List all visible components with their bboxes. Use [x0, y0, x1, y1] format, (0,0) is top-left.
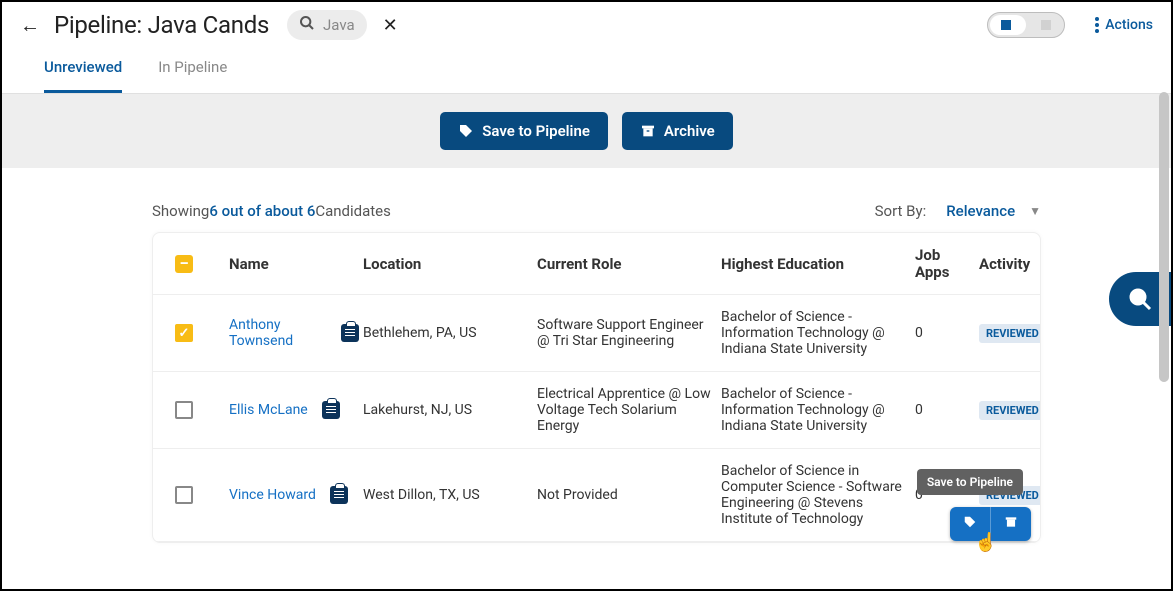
- result-count: 6 out of about 6: [209, 202, 315, 220]
- row-save-pipeline-button[interactable]: [950, 507, 991, 541]
- col-name[interactable]: Name: [229, 255, 359, 273]
- tooltip: Save to Pipeline: [917, 469, 1023, 495]
- result-suffix: Candidates: [315, 202, 391, 220]
- clipboard-icon[interactable]: [322, 401, 340, 419]
- save-label: Save to Pipeline: [482, 122, 590, 140]
- location-cell: Bethlehem, PA, US: [363, 325, 533, 341]
- row-archive-button[interactable]: [991, 507, 1031, 541]
- tag-icon: [962, 515, 978, 529]
- view-toggle[interactable]: [987, 12, 1065, 38]
- result-prefix: Showing: [152, 202, 209, 220]
- col-apps[interactable]: JobApps: [915, 247, 975, 280]
- page-title: Pipeline: Java Cands: [54, 11, 269, 39]
- table-row: Vince Howard West Dillon, TX, US Not Pro…: [153, 449, 1040, 542]
- role-cell: Electrical Apprentice @ Low Voltage Tech…: [537, 386, 717, 434]
- table-row: Ellis McLane Lakehurst, NJ, US Electrica…: [153, 372, 1040, 449]
- search-term: Java: [323, 16, 355, 34]
- chevron-down-icon[interactable]: ▼: [1029, 204, 1041, 218]
- kebab-icon: [1095, 17, 1099, 33]
- candidate-name-link[interactable]: Ellis McLane: [229, 402, 308, 418]
- apps-cell: 0: [915, 325, 975, 341]
- role-cell: Software Support Engineer @ Tri Star Eng…: [537, 317, 717, 349]
- candidate-name-link[interactable]: Vince Howard: [229, 487, 316, 503]
- scrollbar[interactable]: [1159, 92, 1169, 382]
- role-cell: Not Provided: [537, 487, 717, 503]
- candidates-table: – Name Location Current Role Highest Edu…: [152, 232, 1041, 543]
- col-role[interactable]: Current Role: [537, 255, 717, 273]
- col-activity[interactable]: Activity: [979, 255, 1041, 273]
- activity-badge: REVIEWED: [979, 324, 1041, 343]
- archive-label: Archive: [664, 122, 715, 140]
- education-cell: Bachelor of Science - Information Techno…: [721, 386, 911, 434]
- tab-in-pipeline[interactable]: In Pipeline: [158, 48, 227, 93]
- actions-menu[interactable]: Actions: [1095, 17, 1153, 33]
- table-row: Anthony Townsend Bethlehem, PA, US Softw…: [153, 295, 1040, 372]
- archive-icon: [640, 123, 656, 139]
- sort-label: Sort By:: [875, 202, 927, 220]
- actions-label: Actions: [1105, 17, 1153, 33]
- clear-search-icon[interactable]: ✕: [383, 15, 398, 36]
- select-all-checkbox[interactable]: –: [175, 255, 193, 273]
- back-arrow-icon[interactable]: ←: [20, 13, 40, 38]
- tag-icon: [458, 123, 474, 139]
- tab-unreviewed[interactable]: Unreviewed: [44, 48, 122, 93]
- candidate-name-link[interactable]: Anthony Townsend: [229, 317, 327, 349]
- row-checkbox[interactable]: [175, 486, 193, 504]
- search-pill[interactable]: Java: [287, 10, 367, 40]
- col-education[interactable]: Highest Education: [721, 255, 911, 273]
- bulk-action-bar: Save to Pipeline Archive: [2, 94, 1171, 168]
- apps-cell: 0: [915, 402, 975, 418]
- archive-button[interactable]: Archive: [622, 112, 733, 150]
- location-cell: Lakehurst, NJ, US: [363, 402, 533, 418]
- table-header: – Name Location Current Role Highest Edu…: [153, 233, 1040, 295]
- row-checkbox[interactable]: [175, 401, 193, 419]
- education-cell: Bachelor of Science - Information Techno…: [721, 309, 911, 357]
- save-to-pipeline-button[interactable]: Save to Pipeline: [440, 112, 608, 150]
- row-checkbox[interactable]: [175, 324, 193, 342]
- search-icon: [299, 15, 315, 35]
- col-location[interactable]: Location: [363, 255, 533, 273]
- clipboard-icon[interactable]: [330, 486, 348, 504]
- sort-dropdown[interactable]: Relevance: [946, 202, 1015, 220]
- activity-badge: REVIEWED: [979, 401, 1041, 420]
- archive-icon: [1003, 515, 1019, 529]
- clipboard-icon[interactable]: [341, 324, 359, 342]
- location-cell: West Dillon, TX, US: [363, 487, 533, 503]
- education-cell: Bachelor of Science in Computer Science …: [721, 463, 911, 527]
- search-icon: [1128, 287, 1152, 311]
- row-action-pills: [950, 507, 1031, 541]
